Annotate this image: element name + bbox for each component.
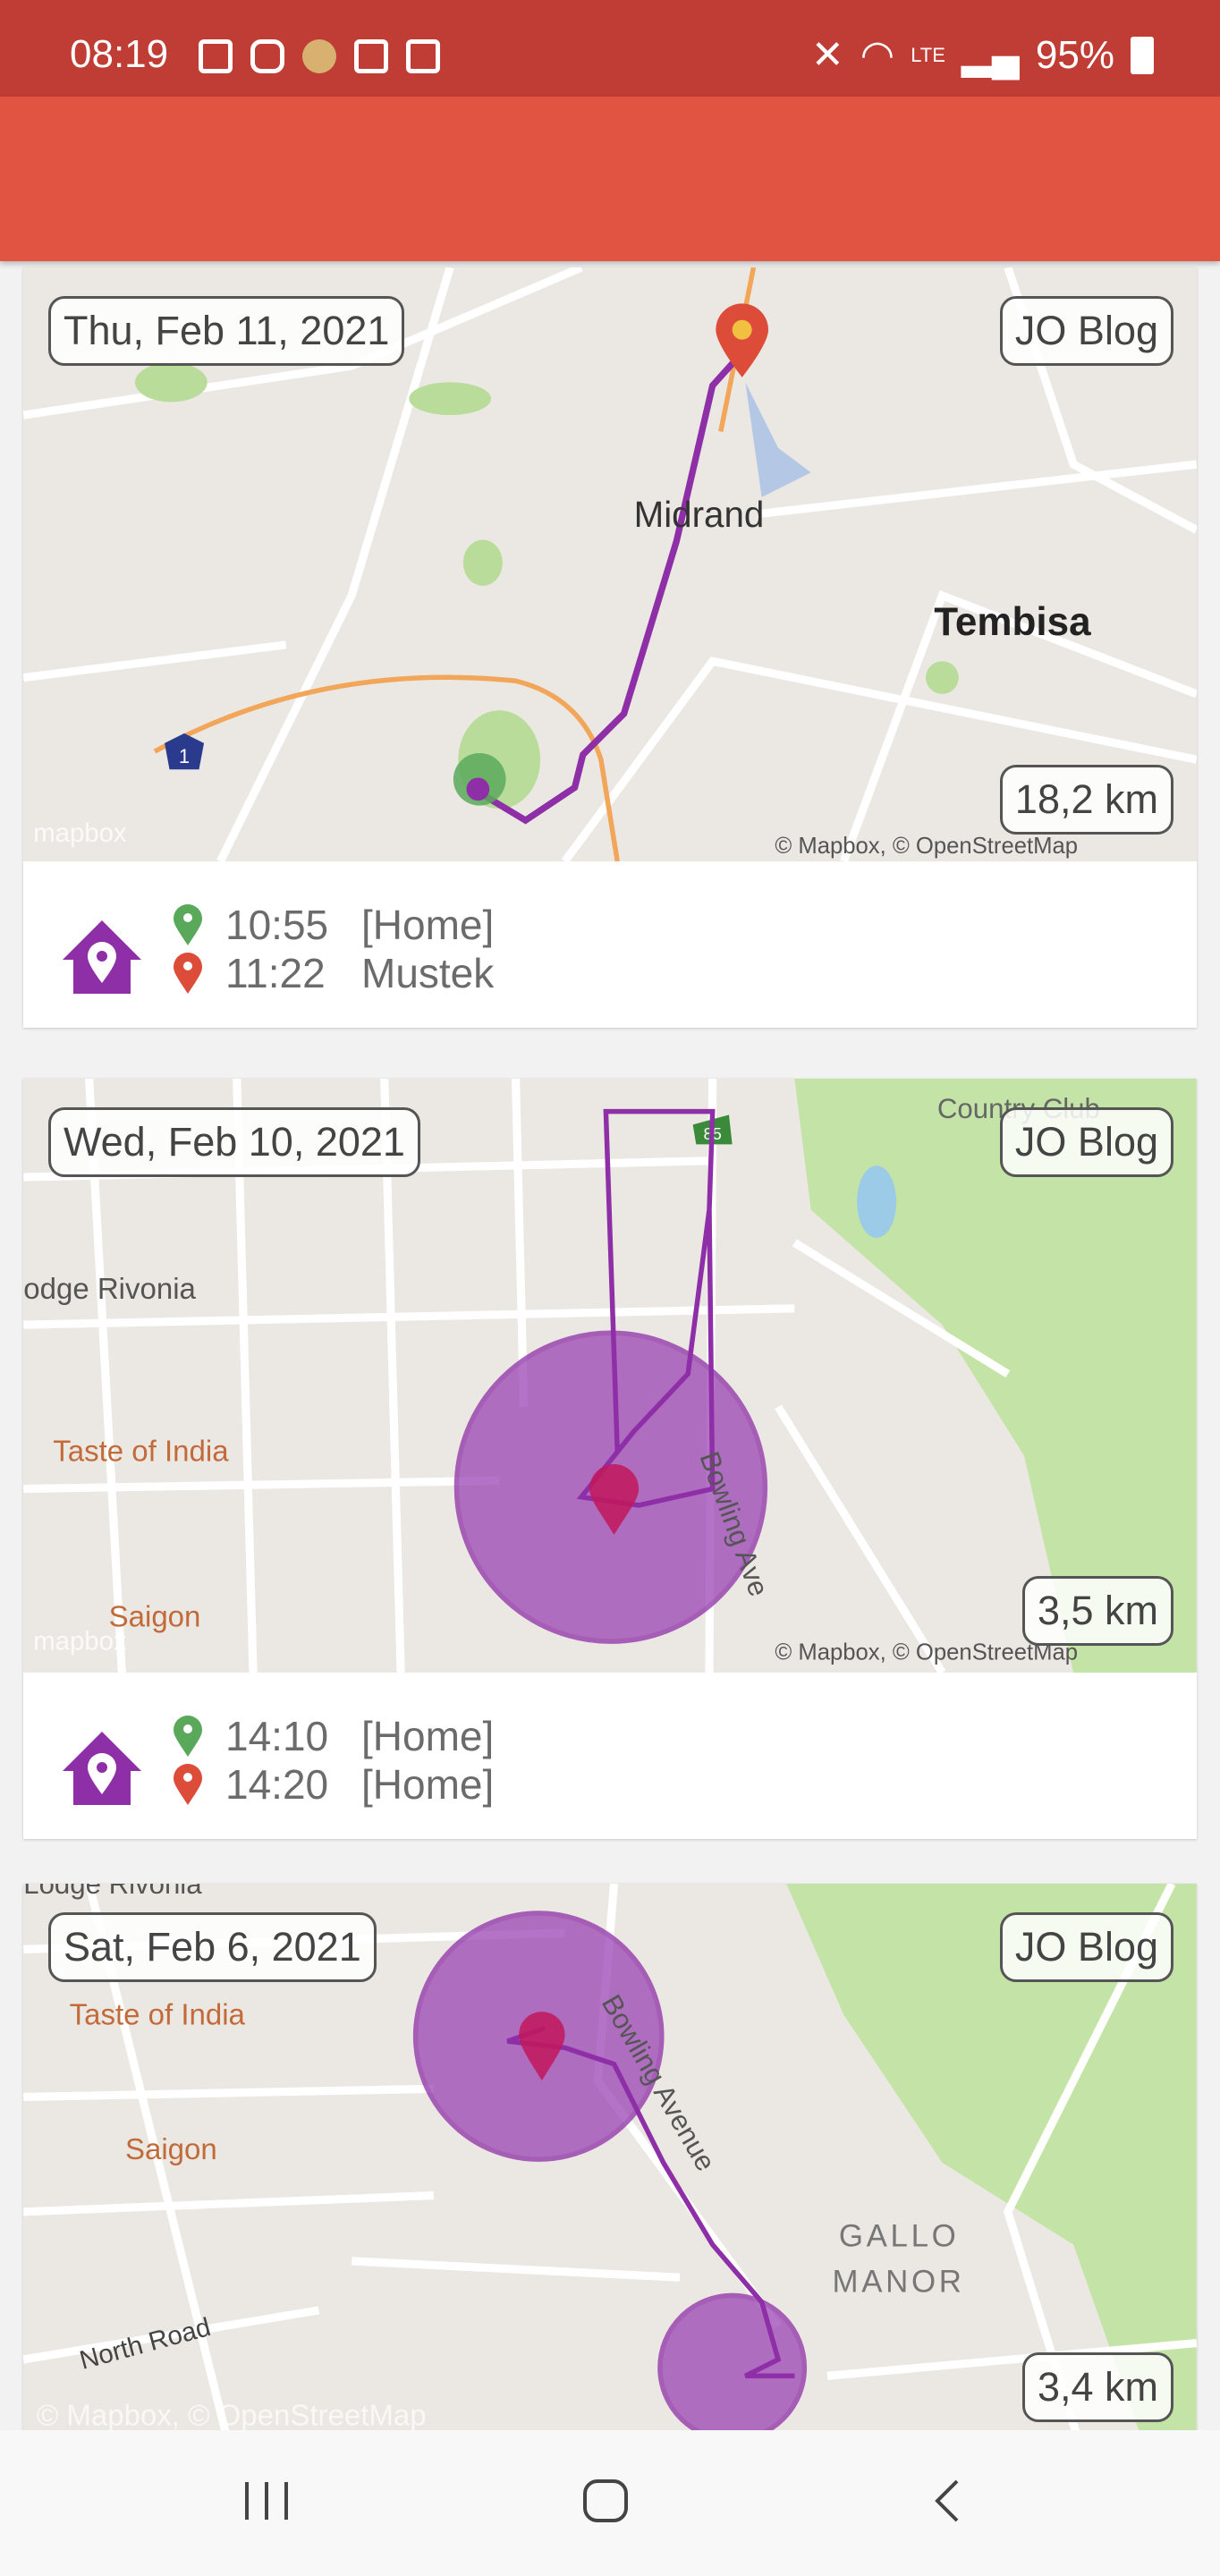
map-attribution[interactable]: © Mapbox, © OpenStreetMap [775, 834, 1078, 859]
signal-icon: ▂▄ [961, 33, 1020, 77]
calendar-icon [406, 39, 440, 73]
app-bar [0, 97, 1220, 261]
notification-icons [199, 39, 440, 73]
mapbox-logo: mapbox [33, 818, 127, 848]
trip-map[interactable]: Lodge Rivonia Taste of India Saigon Nort… [23, 1884, 1197, 2478]
gallery-icon [354, 39, 388, 73]
map-label: GALLO [839, 2218, 960, 2253]
start-time: 10:55 [225, 902, 329, 948]
trip-owner: JO Blog [999, 1107, 1173, 1177]
recent-apps-button[interactable] [241, 2479, 292, 2523]
end-time: 11:22 [225, 950, 326, 996]
start-pin-icon [174, 1716, 202, 1757]
trip-info: 10:55 [Home] 11:22 Mustek [23, 861, 1197, 1028]
mute-icon: ✕ [810, 33, 844, 77]
end-pin-icon [174, 953, 202, 994]
end-pin-icon [174, 1764, 202, 1805]
trip-map[interactable]: 85 Country Club odge Rivonia Taste of In… [23, 1079, 1197, 1673]
news-icon [199, 39, 233, 73]
status-bar: 08:19 ✕ ◠ LTE ▂▄ 95% [0, 0, 1220, 97]
start-row: 10:55 [Home] [174, 901, 494, 949]
map-label: MANOR [833, 2265, 965, 2300]
mapbox-logo: mapbox [33, 1626, 127, 1656]
trip-distance: 3,4 km [1021, 2352, 1173, 2422]
back-button[interactable] [930, 2479, 966, 2523]
map-label: Tembisa [934, 600, 1091, 644]
trip-owner: JO Blog [999, 1912, 1173, 1982]
start-place: [Home] [361, 902, 495, 948]
home-location-icon [63, 920, 141, 994]
app-icon [302, 39, 336, 73]
map-label: Taste of India [53, 1434, 229, 1467]
trip-card[interactable]: 1 Midrand Tembisa © Mapbox, © OpenStreet… [23, 267, 1197, 1028]
start-time: 14:10 [225, 1713, 329, 1759]
start-place: [Home] [361, 1713, 495, 1759]
trip-owner: JO Blog [999, 296, 1173, 366]
map-shield: 1 [179, 745, 190, 767]
map-attribution[interactable]: © Mapbox, © OpenStreetMap [37, 2398, 427, 2431]
map-label: Saigon [125, 2132, 217, 2165]
end-row: 11:22 Mustek [174, 949, 494, 997]
trip-date: Wed, Feb 10, 2021 [48, 1107, 420, 1177]
end-place: Mustek [361, 950, 495, 996]
trip-card[interactable]: Lodge Rivonia Taste of India Saigon Nort… [23, 1884, 1197, 2478]
map-label: North Road [77, 2312, 214, 2376]
battery-percent: 95% [1035, 32, 1114, 77]
start-row: 14:10 [Home] [174, 1712, 494, 1760]
wifi-icon: ◠ [860, 33, 895, 77]
home-button[interactable] [581, 2479, 631, 2523]
trip-date: Thu, Feb 11, 2021 [48, 296, 405, 366]
trip-distance: 18,2 km [999, 765, 1173, 835]
home-location-icon [63, 1732, 141, 1805]
map-label: odge Rivonia [23, 1272, 196, 1305]
map-label: Taste of India [70, 1998, 246, 2031]
map-label: Lodge Rivonia [23, 1884, 202, 1900]
status-time: 08:19 [70, 32, 169, 76]
trip-date: Sat, Feb 6, 2021 [48, 1912, 377, 1982]
trip-map[interactable]: 1 Midrand Tembisa © Mapbox, © OpenStreet… [23, 267, 1197, 861]
trip-card[interactable]: 85 Country Club odge Rivonia Taste of In… [23, 1079, 1197, 1839]
lte-icon: LTE [911, 43, 945, 66]
end-time: 14:20 [225, 1761, 329, 1808]
start-pin-icon [174, 904, 202, 945]
trip-info: 14:10 [Home] 14:20 [Home] [23, 1673, 1197, 1839]
map-label: Midrand [634, 494, 765, 535]
battery-icon [1131, 36, 1154, 74]
end-row: 14:20 [Home] [174, 1760, 494, 1809]
end-place: [Home] [361, 1761, 495, 1808]
navigation-bar [0, 2430, 1220, 2576]
trip-distance: 3,5 km [1021, 1576, 1173, 1646]
instagram-icon [250, 39, 284, 73]
